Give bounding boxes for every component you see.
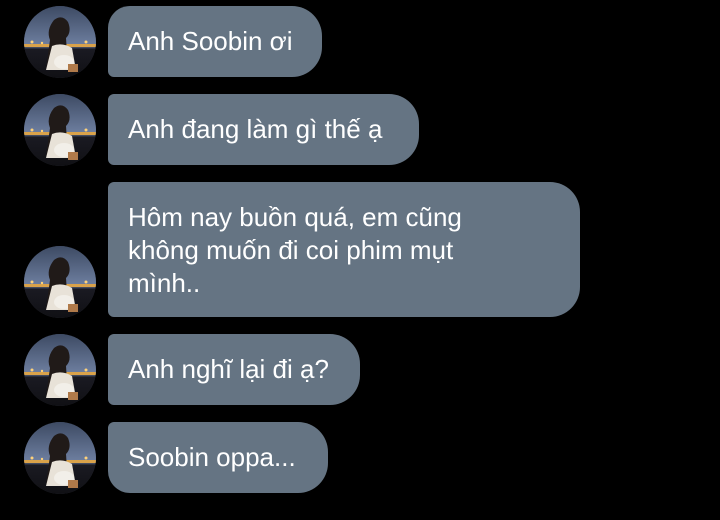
message-bubble[interactable]: Anh Soobin ơi (108, 6, 322, 77)
avatar-photo-icon (24, 6, 96, 78)
message-bubble[interactable]: Soobin oppa... (108, 422, 328, 493)
sender-avatar[interactable] (24, 422, 96, 494)
message-text: Anh đang làm gì thế ạ (128, 114, 383, 144)
message-text: Hôm nay buồn quá, em cũng không muốn đi … (128, 202, 462, 298)
sender-avatar[interactable] (24, 6, 96, 78)
message-bubble[interactable]: Anh nghĩ lại đi ạ? (108, 334, 360, 405)
message-text: Soobin oppa... (128, 442, 296, 472)
message-text: Anh Soobin ơi (128, 26, 293, 56)
message-bubble[interactable]: Anh đang làm gì thế ạ (108, 94, 419, 165)
message-bubble[interactable]: Hôm nay buồn quá, em cũng không muốn đi … (108, 182, 580, 317)
chat-thread: Anh Soobin ơi Anh đang làm gì thế ạ Hôm … (0, 0, 720, 520)
avatar-photo-icon (24, 94, 96, 166)
sender-avatar[interactable] (24, 334, 96, 406)
avatar-photo-icon (24, 334, 96, 406)
sender-avatar[interactable] (24, 246, 96, 318)
avatar-photo-icon (24, 246, 96, 318)
avatar-photo-icon (24, 422, 96, 494)
sender-avatar[interactable] (24, 94, 96, 166)
message-text: Anh nghĩ lại đi ạ? (128, 354, 329, 384)
